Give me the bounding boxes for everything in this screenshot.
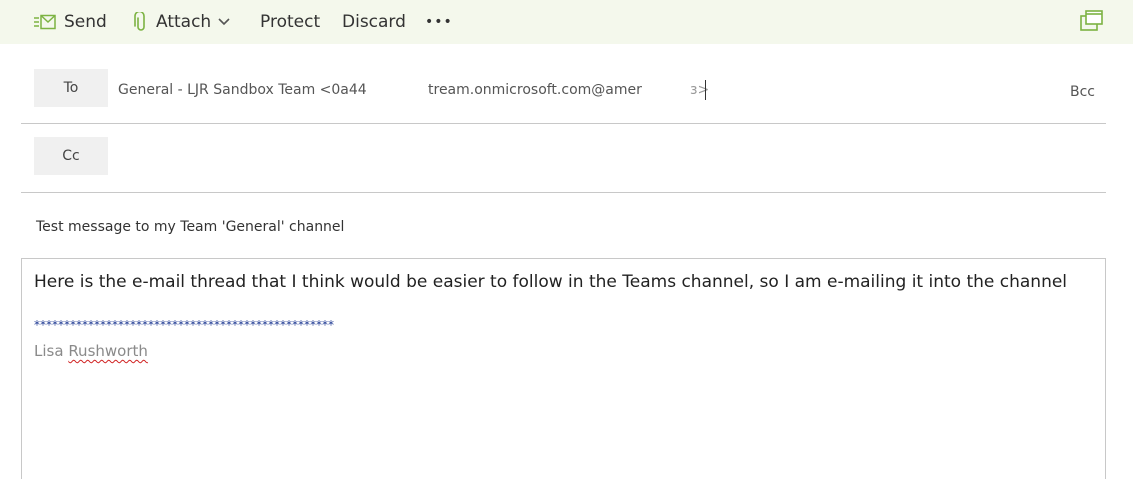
send-button[interactable]: Send	[34, 0, 107, 44]
protect-label: Protect	[260, 12, 321, 32]
signature-first-name: Lisa	[34, 342, 64, 360]
protect-button[interactable]: Protect	[260, 0, 320, 44]
bcc-label: Bcc	[1070, 84, 1095, 100]
to-recipient-part1: General - LJR Sandbox Team <0a44	[118, 82, 367, 98]
more-options-button[interactable]: •••	[425, 0, 453, 44]
cc-label: Cc	[62, 148, 80, 164]
text-cursor	[705, 80, 706, 100]
bcc-button[interactable]: Bcc	[1070, 84, 1095, 100]
paperclip-icon	[134, 12, 148, 32]
to-button[interactable]: To	[34, 69, 108, 107]
more-icon: •••	[425, 14, 453, 30]
signature-separator: ****************************************…	[34, 318, 334, 332]
pop-out-icon	[1080, 10, 1104, 36]
send-icon	[34, 14, 56, 30]
cc-divider	[21, 192, 1106, 193]
to-recipient-part2: tream.onmicrosoft.com@amer	[428, 82, 642, 98]
discard-button[interactable]: Discard	[342, 0, 406, 44]
send-label: Send	[64, 12, 107, 32]
discard-label: Discard	[342, 12, 406, 32]
pop-out-button[interactable]	[1080, 10, 1104, 36]
command-toolbar: Send Attach Protect Discard •••	[0, 0, 1133, 44]
signature: Lisa Rushworth	[34, 342, 148, 360]
signature-last-name: Rushworth	[68, 342, 148, 360]
to-label: To	[63, 80, 79, 96]
attach-label: Attach	[156, 12, 212, 32]
cc-button[interactable]: Cc	[34, 137, 108, 175]
body-text: Here is the e-mail thread that I think w…	[34, 272, 1068, 292]
chevron-down-icon[interactable]	[218, 18, 230, 26]
to-divider	[21, 123, 1106, 124]
subject-field[interactable]: Test message to my Team 'General' channe…	[36, 219, 344, 235]
attach-button[interactable]: Attach	[134, 0, 230, 44]
to-recipient-part3: ɜ>	[690, 82, 710, 98]
